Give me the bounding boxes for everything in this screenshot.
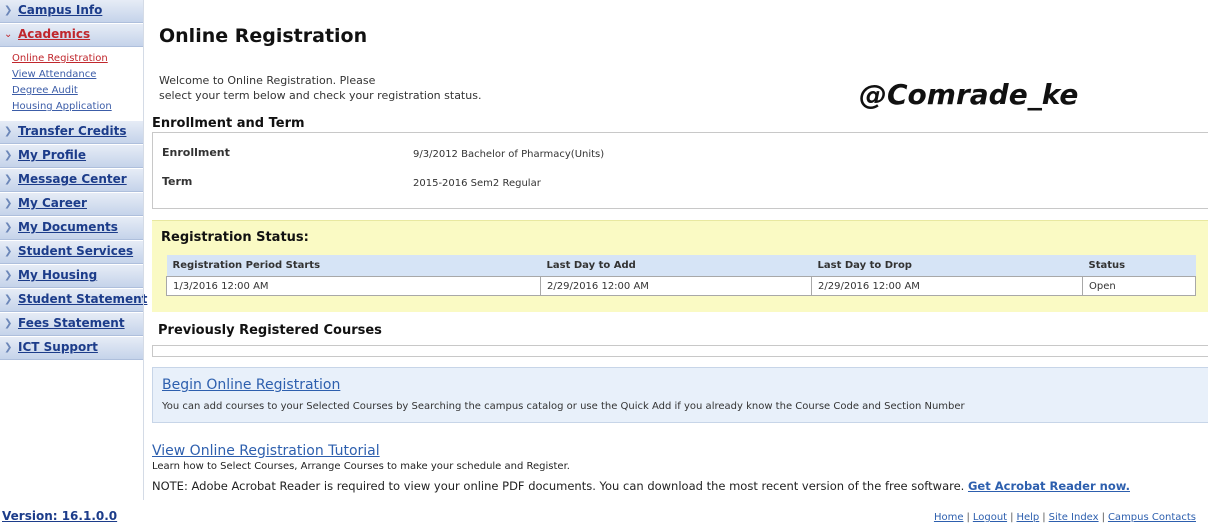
sidebar-item-student-services[interactable]: ❯ Student Services (0, 241, 143, 264)
sidebar-item-label[interactable]: Fees Statement (18, 316, 125, 330)
footer-link-help[interactable]: Help (1016, 512, 1039, 523)
tutorial-description: Learn how to Select Courses, Arrange Cou… (152, 461, 570, 472)
sidebar-item-label[interactable]: My Documents (18, 220, 118, 234)
sidebar-item-transfer-credits[interactable]: ❯ Transfer Credits (0, 121, 143, 144)
enrollment-value: 9/3/2012 Bachelor of Pharmacy(Units) (413, 149, 605, 160)
chevron-right-icon: ❯ (4, 126, 13, 137)
submenu-degree-audit[interactable]: Degree Audit (12, 83, 143, 99)
sidebar-item-label[interactable]: My Profile (18, 148, 86, 162)
chevron-right-icon: ❯ (4, 5, 13, 16)
sidebar-item-campus-info[interactable]: ❯ Campus Info (0, 0, 143, 23)
column-header: Status (1082, 255, 1196, 277)
table-cell: 2/29/2016 12:00 AM (811, 276, 1083, 296)
chevron-right-icon: ❯ (4, 198, 13, 209)
watermark: @Comrade_ke (859, 78, 1079, 111)
sidebar-item-message-center[interactable]: ❯ Message Center (0, 169, 143, 192)
sidebar-item-label[interactable]: My Housing (18, 268, 97, 282)
chevron-right-icon: ❯ (4, 294, 13, 305)
sidebar-item-ict-support[interactable]: ❯ ICT Support (0, 337, 143, 360)
sidebar-item-label[interactable]: ICT Support (18, 340, 98, 354)
page-title: Online Registration (159, 25, 368, 47)
sidebar-item-my-profile[interactable]: ❯ My Profile (0, 145, 143, 168)
version-link[interactable]: Version: 16.1.0.0 (2, 509, 117, 523)
footer-link-campus-contacts[interactable]: Campus Contacts (1108, 512, 1196, 523)
submenu-online-registration[interactable]: Online Registration (12, 51, 143, 67)
acrobat-reader-link[interactable]: Get Acrobat Reader now. (968, 479, 1130, 493)
chevron-right-icon: ❯ (4, 246, 13, 257)
academics-submenu: Online Registration View Attendance Degr… (0, 48, 143, 121)
tutorial-link[interactable]: View Online Registration Tutorial (152, 443, 380, 459)
chevron-right-icon: ❯ (4, 150, 13, 161)
sidebar-item-my-documents[interactable]: ❯ My Documents (0, 217, 143, 240)
column-header: Last Day to Drop (811, 255, 1083, 277)
term-value: 2015-2016 Sem2 Regular (413, 178, 541, 189)
chevron-right-icon: ❯ (4, 174, 13, 185)
chevron-right-icon: ❯ (4, 342, 13, 353)
sidebar-item-my-housing[interactable]: ❯ My Housing (0, 265, 143, 288)
sidebar-item-my-career[interactable]: ❯ My Career (0, 193, 143, 216)
acrobat-note: NOTE: Adobe Acrobat Reader is required t… (152, 479, 1130, 493)
registration-status-panel: Registration Status: Registration Period… (152, 220, 1208, 312)
chevron-right-icon: ❯ (4, 270, 13, 281)
sidebar-item-label[interactable]: Message Center (18, 172, 127, 186)
chevron-right-icon: ❯ (4, 318, 13, 329)
sidebar-item-label[interactable]: My Career (18, 196, 87, 210)
welcome-text: Welcome to Online Registration. Please s… (159, 73, 559, 103)
acrobat-note-text: NOTE: Adobe Acrobat Reader is required t… (152, 479, 965, 493)
registration-status-heading: Registration Status: (161, 230, 309, 245)
sidebar-item-student-statement[interactable]: ❯ Student Statement (0, 289, 147, 312)
footer-separator: | (1042, 512, 1046, 523)
enrollment-heading: Enrollment and Term (152, 116, 305, 131)
enrollment-label: Enrollment (162, 146, 230, 159)
footer-separator: | (1101, 512, 1105, 523)
begin-registration-link[interactable]: Begin Online Registration (162, 377, 340, 393)
begin-registration-description: You can add courses to your Selected Cou… (162, 401, 965, 412)
previous-courses-panel (152, 345, 1208, 357)
submenu-view-attendance[interactable]: View Attendance (12, 67, 143, 83)
footer-separator: | (1010, 512, 1014, 523)
sidebar-divider (143, 0, 144, 500)
footer-links: Home | Logout | Help | Site Index | Campus Conta… (934, 512, 1196, 523)
sidebar-item-fees-statement[interactable]: ❯ Fees Statement (0, 313, 143, 336)
table-cell: Open (1082, 276, 1196, 296)
column-header: Registration Period Starts (166, 255, 541, 277)
footer-separator: | (966, 512, 970, 523)
submenu-housing-application[interactable]: Housing Application (12, 99, 143, 115)
sidebar-item-label[interactable]: Academics (18, 27, 90, 41)
sidebar-item-label[interactable]: Transfer Credits (18, 124, 126, 138)
sidebar: ❯ Campus Info ⌄ Academics Online Registr… (0, 0, 147, 500)
term-label: Term (162, 175, 193, 188)
sidebar-item-label[interactable]: Student Services (18, 244, 133, 258)
registration-status-table: Registration Period Starts Last Day to A… (166, 255, 1196, 296)
chevron-down-icon: ⌄ (4, 29, 13, 40)
table-row: 1/3/2016 12:00 AM 2/29/2016 12:00 AM 2/2… (166, 276, 1196, 296)
sidebar-item-academics[interactable]: ⌄ Academics (0, 24, 143, 47)
welcome-line-1: Welcome to Online Registration. Please (159, 74, 376, 87)
footer-link-logout[interactable]: Logout (973, 512, 1007, 523)
table-cell: 1/3/2016 12:00 AM (166, 276, 541, 296)
footer-link-home[interactable]: Home (934, 512, 964, 523)
footer-link-site-index[interactable]: Site Index (1049, 512, 1099, 523)
column-header: Last Day to Add (540, 255, 812, 277)
sidebar-item-label[interactable]: Student Statement (18, 292, 147, 306)
enrollment-panel: Enrollment 9/3/2012 Bachelor of Pharmacy… (152, 132, 1208, 209)
welcome-line-2: select your term below and check your re… (159, 89, 482, 102)
sidebar-item-label[interactable]: Campus Info (18, 3, 102, 17)
chevron-right-icon: ❯ (4, 222, 13, 233)
begin-registration-panel: Begin Online Registration You can add co… (152, 367, 1208, 423)
previous-courses-heading: Previously Registered Courses (158, 323, 382, 338)
table-header-row: Registration Period Starts Last Day to A… (166, 255, 1196, 277)
table-cell: 2/29/2016 12:00 AM (540, 276, 812, 296)
